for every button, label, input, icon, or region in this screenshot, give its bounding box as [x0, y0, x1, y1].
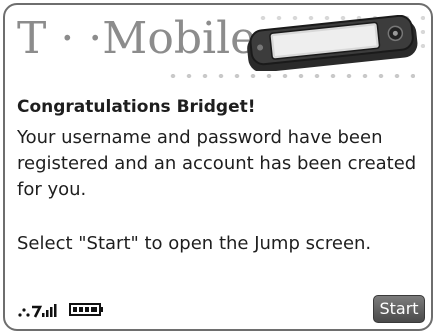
- phone-device-icon: [247, 15, 418, 71]
- congrats-heading: Congratulations Bridget!: [17, 97, 256, 117]
- status-bar: [17, 299, 137, 319]
- main-content: Congratulations Bridget! Your username a…: [17, 95, 421, 257]
- registration-message: Your username and password have been reg…: [17, 127, 417, 200]
- phone-screen: T · ·Mobile· Congratulations Bridget! Yo…: [3, 3, 433, 331]
- start-instruction: Select "Start" to open the Jump screen.: [17, 233, 372, 254]
- t-mobile-logo: T · ·Mobile·: [17, 13, 271, 64]
- header-banner: T · ·Mobile·: [5, 5, 431, 91]
- start-button[interactable]: Start: [373, 295, 425, 323]
- battery-icon: [69, 303, 103, 316]
- dot-pattern-bottom: [165, 69, 415, 83]
